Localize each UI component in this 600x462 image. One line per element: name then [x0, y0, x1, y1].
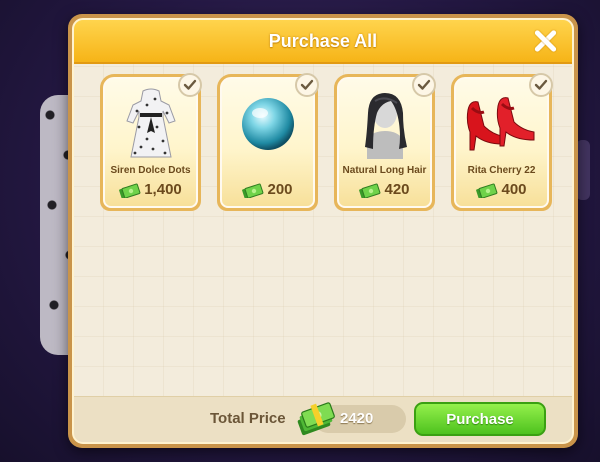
cash-icon [476, 183, 498, 198]
item-name: Natural Long Hair [342, 165, 427, 176]
item-price: 1,400 [105, 181, 196, 198]
red-heels-icon [456, 85, 547, 163]
purchase-button[interactable]: Purchase [414, 402, 546, 436]
item-card[interactable]: Rita Cherry 22 400 [451, 73, 553, 211]
item-price-value: 400 [501, 181, 527, 198]
dialog-header: Purchase All [74, 20, 572, 64]
item-price: 400 [456, 181, 547, 198]
teal-orb-icon [222, 85, 313, 163]
checkmark-icon[interactable] [295, 73, 319, 97]
item-list: Siren Dolce Dots 1,400 200 Natural Long … [100, 73, 553, 211]
total-price-label: Total Price [210, 410, 286, 427]
item-price: 200 [222, 181, 313, 198]
polka-dot-dress-icon [105, 85, 196, 163]
dialog-body: Purchase All Siren Dolce Dots 1,400 200 … [72, 18, 574, 444]
dialog-footer: Total Price 2420 Purchase [74, 396, 572, 442]
cash-icon [119, 183, 141, 198]
item-price-value: 200 [267, 181, 293, 198]
checkmark-icon[interactable] [529, 73, 553, 97]
items-area: Siren Dolce Dots 1,400 200 Natural Long … [74, 64, 572, 396]
total-price-value: 2420 [340, 410, 374, 427]
item-card[interactable]: Natural Long Hair 420 [334, 73, 436, 211]
item-price-value: 420 [384, 181, 410, 198]
purchase-all-dialog: Purchase All Siren Dolce Dots 1,400 200 … [68, 14, 578, 448]
item-card[interactable]: 200 [217, 73, 319, 211]
item-name: Siren Dolce Dots [110, 165, 191, 176]
item-price: 420 [339, 181, 430, 198]
long-hair-icon [339, 85, 430, 163]
item-card[interactable]: Siren Dolce Dots 1,400 [100, 73, 202, 211]
checkmark-icon[interactable] [178, 73, 202, 97]
close-icon[interactable] [530, 26, 560, 56]
checkmark-icon[interactable] [412, 73, 436, 97]
item-name: Rita Cherry 22 [467, 165, 536, 176]
cash-stack-icon [297, 402, 335, 436]
cash-icon [359, 183, 381, 198]
dialog-title: Purchase All [268, 30, 378, 51]
cash-icon [242, 183, 264, 198]
background-decoration [576, 140, 590, 200]
item-price-value: 1,400 [144, 181, 182, 198]
